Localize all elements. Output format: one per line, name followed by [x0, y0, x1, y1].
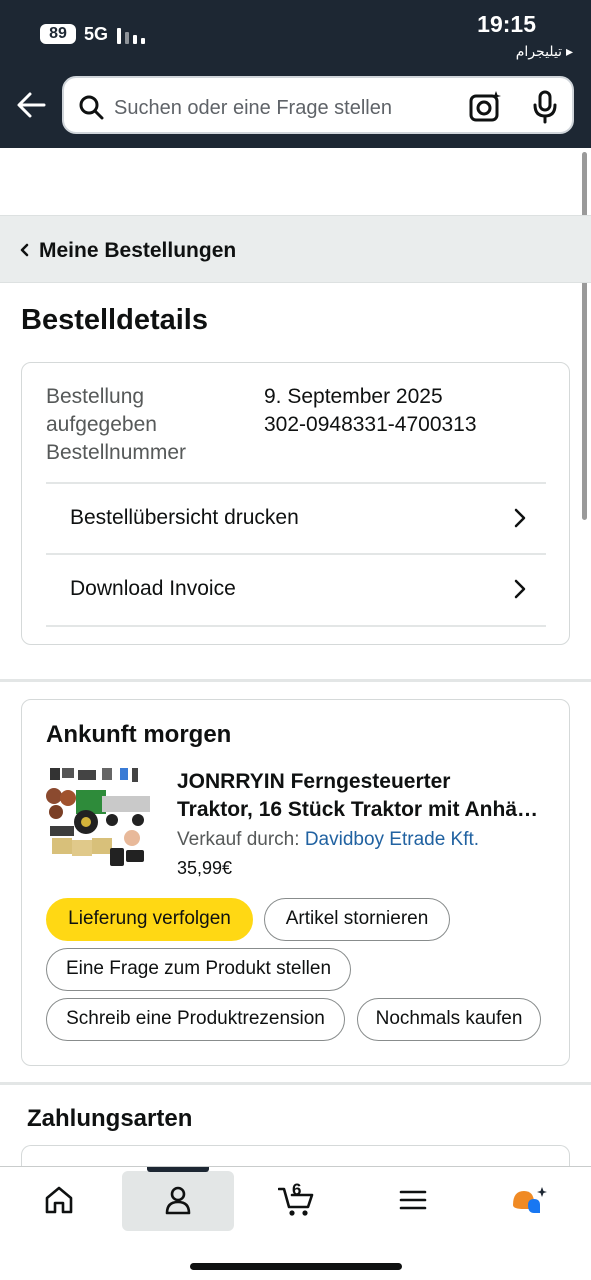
active-tab-indicator — [147, 1167, 209, 1172]
signal-icon — [117, 28, 145, 44]
product-image[interactable] — [46, 766, 154, 874]
home-indicator — [190, 1263, 402, 1270]
shipment-card: Ankunft morgen JONRRYIN Ferngesteuerter … — [21, 699, 570, 1066]
cancel-item-button[interactable]: Artikel stornieren — [264, 898, 450, 941]
account-icon[interactable] — [161, 1183, 195, 1217]
order-info-card: Bestellung aufgegeben Bestellnummer 9. S… — [21, 362, 570, 645]
back-arrow-icon[interactable] — [14, 88, 48, 122]
arrival-status: Ankunft morgen — [46, 721, 232, 748]
section-divider — [0, 679, 591, 682]
section-divider — [0, 1082, 591, 1085]
cart-count-badge: 6 — [292, 1180, 302, 1199]
breadcrumb[interactable]: Meine Bestellungen — [0, 215, 591, 283]
clock: 19:15 — [477, 11, 536, 37]
seller-info: Verkauf durch: Davidboy Etrade Kft. — [177, 828, 479, 852]
seller-link[interactable]: Davidboy Etrade Kft. — [305, 829, 479, 850]
download-invoice-label[interactable]: Download Invoice — [70, 575, 236, 603]
camera-search-icon[interactable] — [468, 90, 502, 124]
chevron-right-icon — [514, 508, 526, 528]
battery-indicator: 89 — [40, 24, 76, 44]
sold-by-label: Verkauf durch: — [177, 829, 300, 850]
home-icon[interactable] — [42, 1183, 76, 1217]
menu-icon[interactable] — [396, 1183, 430, 1217]
payment-heading: Zahlungsarten — [27, 1105, 193, 1132]
order-info-labels: Bestellung aufgegeben Bestellnummer — [46, 385, 187, 464]
top-bar: 89 5G 19:15 تيليجرام ▸ Suchen oder eine … — [0, 0, 591, 148]
bottom-navigation: 6 — [0, 1166, 591, 1280]
microphone-icon[interactable] — [530, 90, 560, 124]
print-summary-label[interactable]: Bestellübersicht drucken — [70, 504, 299, 532]
product-title-line-1[interactable]: JONRRYIN Ferngesteuerter — [177, 768, 547, 796]
print-summary-row[interactable]: Bestellübersicht drucken — [46, 482, 546, 553]
divider — [46, 625, 546, 627]
breadcrumb-label[interactable]: Meine Bestellungen — [39, 238, 236, 264]
rufus-icon[interactable] — [510, 1183, 550, 1217]
ask-product-question-button[interactable]: Eine Frage zum Produkt stellen — [46, 948, 351, 991]
product-title[interactable]: JONRRYIN Ferngesteuerter Traktor, 16 Stü… — [177, 768, 547, 824]
back-to-app-label[interactable]: تيليجرام ▸ — [516, 42, 573, 60]
product-price: 35,99€ — [177, 858, 233, 878]
chevron-right-icon — [514, 579, 526, 599]
network-type: 5G — [84, 24, 109, 44]
download-invoice-row[interactable]: Download Invoice — [46, 553, 546, 624]
search-input[interactable]: Suchen oder eine Frage stellen — [114, 96, 392, 120]
write-review-button[interactable]: Schreib eine Produktrezension — [46, 998, 345, 1041]
order-info-values: 9. September 2025 302-0948331-4700313 — [264, 385, 477, 436]
search-bar[interactable]: Suchen oder eine Frage stellen — [62, 76, 574, 134]
scrollbar[interactable] — [582, 152, 587, 520]
page-title: Bestelldetails — [21, 304, 208, 336]
search-icon — [79, 95, 104, 120]
product-title-line-2[interactable]: Traktor, 16 Stück Traktor mit Anhänger — [177, 796, 547, 824]
buy-again-button[interactable]: Nochmals kaufen — [357, 998, 541, 1041]
chevron-left-icon — [20, 243, 29, 257]
track-delivery-button[interactable]: Lieferung verfolgen — [46, 898, 253, 941]
